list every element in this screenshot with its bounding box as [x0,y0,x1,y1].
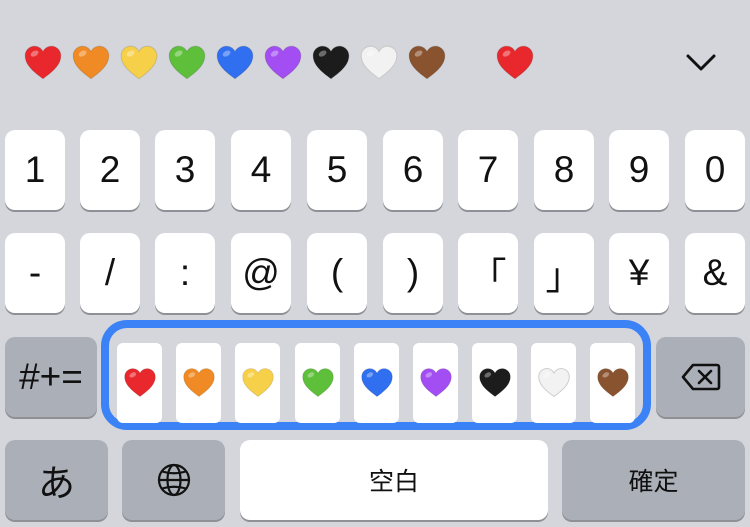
picker-white-heart-icon[interactable] [531,343,576,423]
key-row2-9[interactable]: & [685,233,745,313]
key-row2-5[interactable]: ) [383,233,443,313]
key-row1-9[interactable]: 0 [685,130,745,210]
key-row1-4[interactable]: 5 [307,130,367,210]
picker-purple-heart-icon[interactable] [413,343,458,423]
key-row1-7[interactable]: 8 [534,130,594,210]
orange-heart-icon[interactable] [68,40,114,86]
backspace-icon [681,363,721,391]
picker-brown-heart-icon[interactable] [590,343,635,423]
globe-icon [156,462,192,498]
brown-heart-icon[interactable] [404,40,450,86]
chevron-down-icon[interactable] [682,48,720,78]
confirm-key[interactable]: 確定 [562,440,745,520]
key-row2-2[interactable]: : [155,233,215,313]
white-heart-icon[interactable] [356,40,402,86]
key-row2-0[interactable]: - [5,233,65,313]
purple-heart-icon[interactable] [260,40,306,86]
kana-key[interactable]: あ [5,440,108,520]
key-row1-8[interactable]: 9 [609,130,669,210]
red-heart-icon[interactable] [492,40,538,86]
key-row1-1[interactable]: 2 [80,130,140,210]
key-row1-0[interactable]: 1 [5,130,65,210]
key-row2-4[interactable]: ( [307,233,367,313]
yellow-heart-icon[interactable] [116,40,162,86]
key-row1-5[interactable]: 6 [383,130,443,210]
picker-blue-heart-icon[interactable] [354,343,399,423]
picker-black-heart-icon[interactable] [472,343,517,423]
symbols-key[interactable]: #+= [5,337,97,417]
picker-red-heart-icon[interactable] [117,343,162,423]
key-row2-6[interactable]: 「 [458,233,518,313]
red-heart-icon[interactable] [20,40,66,86]
key-row2-3[interactable]: @ [231,233,291,313]
emoji-suggestion-bar [0,0,750,122]
key-row2-7[interactable]: 」 [534,233,594,313]
space-key[interactable]: 空白 [240,440,548,520]
delete-key[interactable] [656,337,745,417]
globe-key[interactable] [122,440,225,520]
green-heart-icon[interactable] [164,40,210,86]
picker-yellow-heart-icon[interactable] [235,343,280,423]
black-heart-icon[interactable] [308,40,354,86]
key-row1-6[interactable]: 7 [458,130,518,210]
key-row2-1[interactable]: / [80,233,140,313]
key-row2-8[interactable]: ¥ [609,233,669,313]
key-row1-2[interactable]: 3 [155,130,215,210]
key-row1-3[interactable]: 4 [231,130,291,210]
blue-heart-icon[interactable] [212,40,258,86]
heart-variant-picker [101,320,651,430]
picker-green-heart-icon[interactable] [295,343,340,423]
picker-orange-heart-icon[interactable] [176,343,221,423]
